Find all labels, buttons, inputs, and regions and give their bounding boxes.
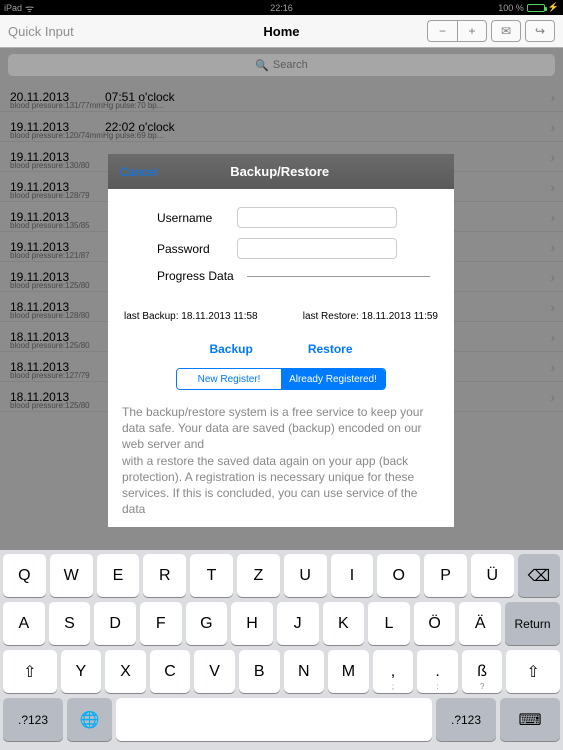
mail-button[interactable]: ✉ — [491, 20, 521, 42]
key-ß[interactable]: ß? — [462, 650, 503, 693]
key-M[interactable]: M — [328, 650, 369, 693]
key-R[interactable]: R — [143, 554, 186, 597]
hide-keyboard-key[interactable]: ⌨ — [500, 698, 560, 741]
charging-icon: ⚡ — [548, 2, 559, 13]
key-N[interactable]: N — [284, 650, 325, 693]
modal-title: Backup/Restore — [117, 164, 442, 179]
battery-icon — [527, 4, 545, 12]
key-J[interactable]: J — [277, 602, 319, 645]
device-label: iPad — [4, 3, 22, 13]
username-input[interactable] — [237, 207, 397, 228]
key-Ä[interactable]: Ä — [459, 602, 501, 645]
backspace-key[interactable]: ⌫ — [518, 554, 560, 597]
return-key[interactable]: Return — [505, 602, 560, 645]
register-segment: New Register! Already Registered! — [176, 368, 386, 390]
key-A[interactable]: A — [3, 602, 45, 645]
status-bar: iPad ᯤ 22:16 100 % ⚡ — [0, 0, 563, 15]
key-H[interactable]: H — [231, 602, 273, 645]
space-key[interactable] — [116, 698, 432, 741]
shift-key-left[interactable]: ⇧ — [3, 650, 57, 693]
key-Z[interactable]: Z — [237, 554, 280, 597]
key-G[interactable]: G — [186, 602, 228, 645]
last-backup-text: last Backup: 18.11.2013 11:58 — [124, 311, 258, 322]
key-U[interactable]: U — [284, 554, 327, 597]
page-title: Home — [190, 24, 372, 39]
key-O[interactable]: O — [377, 554, 420, 597]
key-I[interactable]: I — [331, 554, 374, 597]
key-.[interactable]: .: — [417, 650, 458, 693]
password-label: Password — [157, 242, 237, 256]
nav-bar: Quick Input Home − + ✉ ↪ — [0, 15, 563, 48]
description-text: The backup/restore system is a free serv… — [122, 404, 440, 517]
key-X[interactable]: X — [105, 650, 146, 693]
battery-pct: 100 % — [498, 3, 524, 13]
username-label: Username — [157, 211, 237, 225]
minus-button[interactable]: − — [427, 20, 457, 42]
share-button[interactable]: ↪ — [525, 20, 555, 42]
status-time: 22:16 — [189, 3, 374, 13]
key-P[interactable]: P — [424, 554, 467, 597]
key-C[interactable]: C — [150, 650, 191, 693]
plus-button[interactable]: + — [457, 20, 487, 42]
key-L[interactable]: L — [368, 602, 410, 645]
already-registered-button[interactable]: Already Registered! — [281, 369, 385, 389]
key-D[interactable]: D — [94, 602, 136, 645]
keyboard: QWERTZUIOPÜ⌫ ASDFGHJKLÖÄReturn ⇧YXCVBNM,… — [0, 550, 563, 750]
wifi-icon: ᯤ — [25, 1, 34, 15]
key-K[interactable]: K — [323, 602, 365, 645]
symbols-key[interactable]: .?123 — [3, 698, 63, 741]
key-S[interactable]: S — [49, 602, 91, 645]
progress-label: Progress Data — [157, 269, 247, 283]
key-Q[interactable]: Q — [3, 554, 46, 597]
new-register-button[interactable]: New Register! — [177, 369, 281, 389]
backup-button[interactable]: Backup — [209, 342, 252, 356]
key-Y[interactable]: Y — [61, 650, 102, 693]
key-,[interactable]: ,; — [373, 650, 414, 693]
shift-key-right[interactable]: ⇧ — [506, 650, 560, 693]
key-F[interactable]: F — [140, 602, 182, 645]
globe-key[interactable]: 🌐 — [67, 698, 112, 741]
restore-button[interactable]: Restore — [308, 342, 353, 356]
password-input[interactable] — [237, 238, 397, 259]
quick-input-button[interactable]: Quick Input — [8, 24, 190, 39]
key-T[interactable]: T — [190, 554, 233, 597]
last-restore-text: last Restore: 18.11.2013 11:59 — [303, 311, 438, 322]
key-Ö[interactable]: Ö — [414, 602, 456, 645]
backup-restore-modal: Cancel Backup/Restore Username Password … — [108, 154, 454, 527]
key-Ü[interactable]: Ü — [471, 554, 514, 597]
key-E[interactable]: E — [97, 554, 140, 597]
symbols-key-right[interactable]: .?123 — [436, 698, 496, 741]
key-W[interactable]: W — [50, 554, 93, 597]
key-V[interactable]: V — [194, 650, 235, 693]
progress-bar — [247, 276, 430, 277]
key-B[interactable]: B — [239, 650, 280, 693]
